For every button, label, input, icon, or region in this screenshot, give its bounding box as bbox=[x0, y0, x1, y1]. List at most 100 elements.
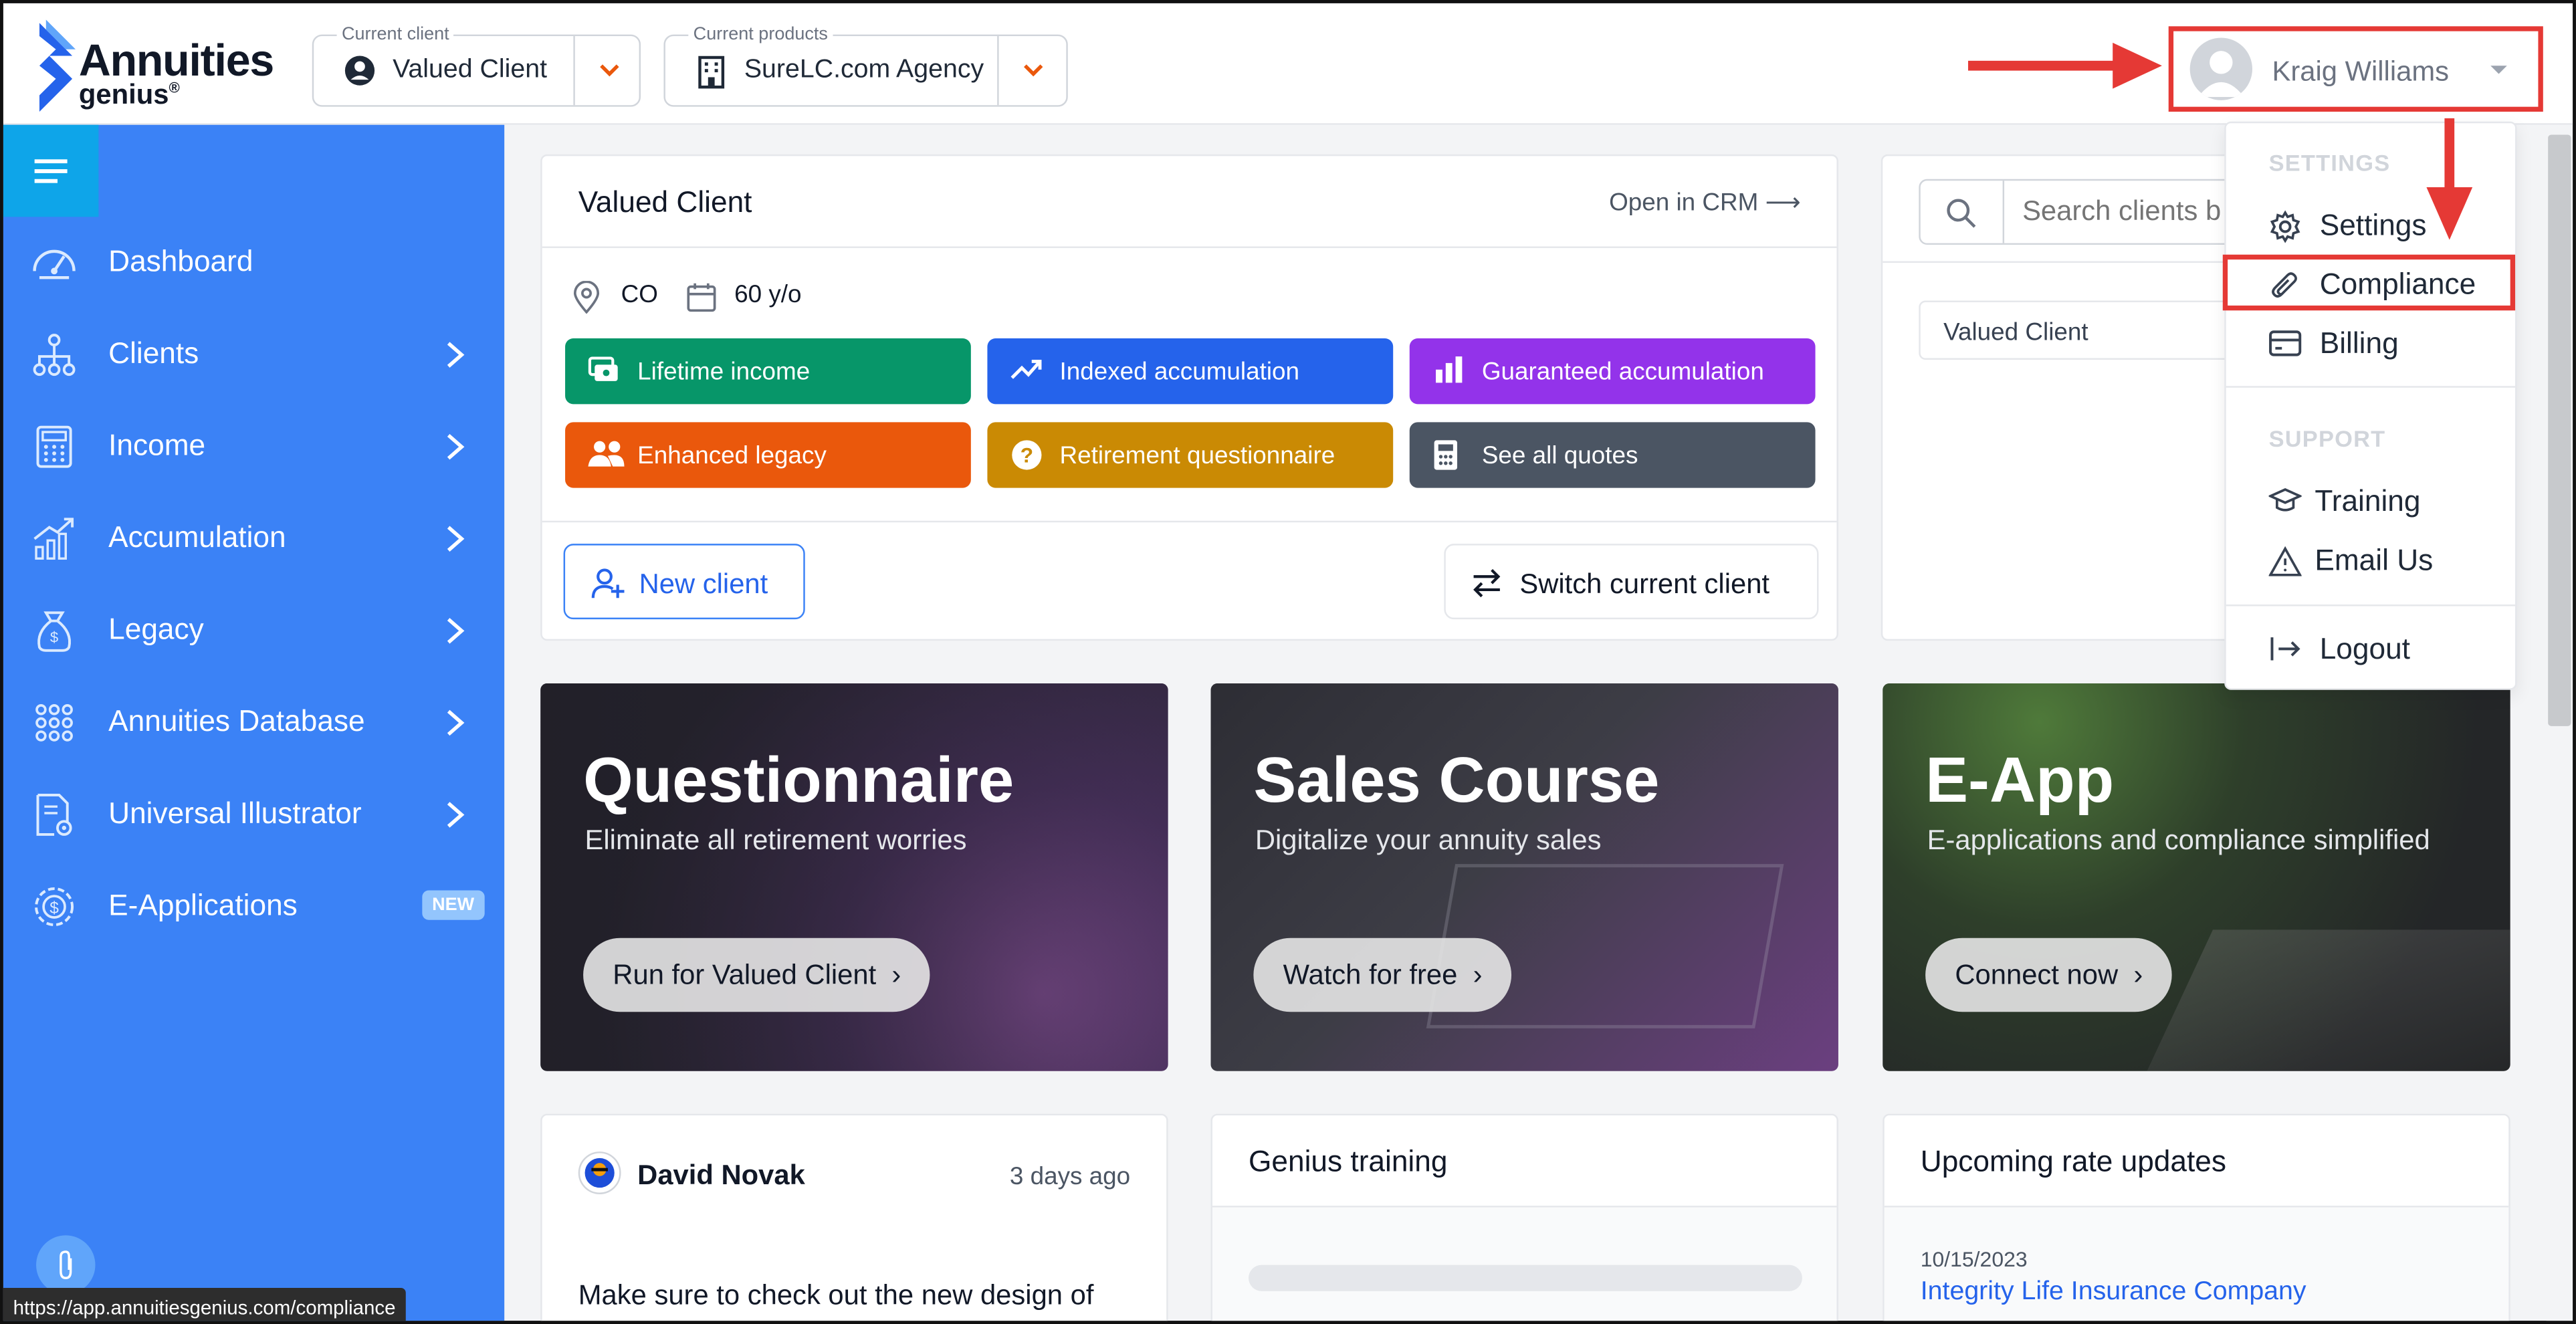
client-age: 60 y/o bbox=[734, 281, 802, 309]
switch-client-label: Switch current client bbox=[1519, 568, 1770, 600]
location-pin-icon bbox=[573, 281, 600, 314]
sales-course-card[interactable]: Sales Course Digitalize your annuity sal… bbox=[1210, 683, 1838, 1071]
support-section-header: SUPPORT bbox=[2268, 425, 2386, 452]
retirement-questionnaire-button[interactable]: ? Retirement questionnaire bbox=[987, 422, 1394, 488]
rate-update-date: 10/15/2023 bbox=[1920, 1246, 2028, 1272]
current-client-select[interactable]: Current client Valued Client bbox=[312, 24, 641, 107]
users-icon bbox=[588, 441, 625, 467]
menu-item-billing[interactable]: Billing bbox=[2226, 316, 2515, 372]
avatar bbox=[2189, 37, 2252, 100]
compliance-highlight-box bbox=[2222, 254, 2516, 311]
scrollbar-track[interactable] bbox=[2546, 124, 2573, 1321]
current-products-select[interactable]: Current products SureLC.com Agency bbox=[663, 24, 1068, 107]
lifetime-income-button[interactable]: Lifetime income bbox=[565, 338, 971, 405]
settings-section-header: SETTINGS bbox=[2268, 149, 2391, 176]
menu-toggle-button[interactable] bbox=[3, 124, 99, 217]
sidebar-item-label: Legacy bbox=[108, 613, 204, 646]
graduation-cap-icon bbox=[2268, 488, 2302, 512]
search-divider bbox=[2002, 181, 2005, 243]
guaranteed-accumulation-button[interactable]: Guaranteed accumulation bbox=[1409, 338, 1816, 405]
hamburger-icon bbox=[34, 159, 68, 183]
enhanced-legacy-button[interactable]: Enhanced legacy bbox=[565, 422, 971, 488]
chevron-down-icon[interactable] bbox=[597, 56, 623, 82]
sidebar-item-legacy[interactable]: $ Legacy bbox=[3, 585, 504, 677]
post-card: David Novak 3 days ago Make sure to chec… bbox=[540, 1113, 1168, 1321]
calculator-icon bbox=[36, 425, 72, 468]
run-questionnaire-button[interactable]: Run for Valued Client › bbox=[583, 937, 931, 1012]
select-divider bbox=[997, 36, 999, 106]
chevron-down-icon[interactable] bbox=[1021, 56, 1047, 82]
menu-item-email-us[interactable]: Email Us bbox=[2226, 532, 2515, 588]
genius-training-card: Genius training bbox=[1210, 1113, 1838, 1321]
post-time: 3 days ago bbox=[1009, 1163, 1131, 1192]
quote-button-label: Indexed accumulation bbox=[1059, 358, 1300, 387]
author-avatar bbox=[578, 1151, 621, 1194]
user-menu-button[interactable]: Kraig Williams bbox=[2168, 26, 2543, 112]
feature-subtitle: Eliminate all retirement worries bbox=[584, 824, 967, 856]
see-all-quotes-button[interactable]: See all quotes bbox=[1409, 422, 1816, 488]
sidebar-item-universal-illustrator[interactable]: Universal Illustrator bbox=[3, 769, 504, 861]
menu-divider bbox=[2226, 386, 2516, 388]
svg-text:$: $ bbox=[50, 629, 58, 646]
client-list-item[interactable]: Valued Client bbox=[1919, 300, 2248, 360]
chevron-right-icon bbox=[447, 709, 465, 736]
switch-client-button[interactable]: Switch current client bbox=[1444, 544, 1819, 620]
open-in-crm-link[interactable]: Open in CRM ⟶ bbox=[1609, 187, 1800, 217]
gear-dollar-icon: $ bbox=[35, 887, 74, 927]
current-client-value: Valued Client bbox=[393, 56, 548, 84]
sidebar-item-accumulation[interactable]: Accumulation bbox=[3, 493, 504, 585]
help-widget-button[interactable] bbox=[36, 1235, 96, 1295]
top-header: Annuities genius® Current client Valued … bbox=[3, 3, 2573, 125]
svg-text:?: ? bbox=[1021, 443, 1033, 467]
menu-item-label: Billing bbox=[2319, 326, 2399, 360]
scrollbar-thumb[interactable] bbox=[2548, 134, 2571, 726]
database-grid-icon bbox=[35, 704, 73, 742]
sidebar-item-dashboard[interactable]: Dashboard bbox=[3, 217, 504, 309]
rate-updates-card: Upcoming rate updates 10/15/2023 Integri… bbox=[1883, 1113, 2510, 1321]
feature-subtitle: E-applications and compliance simplified bbox=[1927, 824, 2430, 856]
new-client-button[interactable]: New client bbox=[563, 544, 805, 620]
select-divider bbox=[573, 36, 575, 106]
menu-item-training[interactable]: Training bbox=[2226, 473, 2515, 530]
quote-button-label: Guaranteed accumulation bbox=[1481, 358, 1764, 387]
search-clients-card: Valued Client bbox=[1881, 154, 2276, 641]
indexed-accumulation-button[interactable]: Indexed accumulation bbox=[987, 338, 1394, 405]
sidebar-item-income[interactable]: Income bbox=[3, 401, 504, 493]
new-badge: NEW bbox=[422, 890, 484, 920]
rate-update-company-link[interactable]: Integrity Life Insurance Company bbox=[1921, 1278, 2306, 1307]
svg-text:$: $ bbox=[49, 899, 59, 917]
search-clients-field[interactable] bbox=[1919, 179, 2248, 245]
sidebar-item-label: E-Applications bbox=[108, 889, 298, 922]
chevron-right-icon bbox=[447, 802, 465, 828]
current-products-label: Current products bbox=[688, 24, 833, 45]
menu-item-settings[interactable]: Settings bbox=[2226, 197, 2515, 253]
card-title: Genius training bbox=[1249, 1145, 1448, 1178]
search-icon bbox=[1947, 199, 1976, 228]
logo-chevron-icon bbox=[39, 19, 76, 112]
e-app-card[interactable]: E-App E-applications and compliance simp… bbox=[1883, 683, 2510, 1071]
quote-button-label: Lifetime income bbox=[637, 358, 811, 387]
search-input[interactable] bbox=[2022, 195, 2233, 229]
new-client-label: New client bbox=[639, 568, 768, 600]
feature-title: Questionnaire bbox=[583, 746, 1014, 816]
sidebar-item-annuities-database[interactable]: Annuities Database bbox=[3, 677, 504, 769]
menu-item-logout[interactable]: Logout bbox=[2226, 621, 2515, 677]
connect-now-button[interactable]: Connect now › bbox=[1925, 937, 2173, 1012]
quote-button-label: Enhanced legacy bbox=[637, 441, 827, 470]
post-text: Make sure to check out the new design of bbox=[578, 1279, 1094, 1311]
watch-course-button[interactable]: Watch for free › bbox=[1253, 937, 1512, 1012]
feature-title: Sales Course bbox=[1253, 746, 1660, 816]
post-author: David Novak bbox=[637, 1160, 805, 1192]
gear-icon bbox=[2270, 210, 2300, 243]
sidebar-item-e-applications[interactable]: $ E-Applications NEW bbox=[3, 861, 504, 953]
sidebar-item-clients[interactable]: Clients bbox=[3, 309, 504, 401]
warning-triangle-icon bbox=[2268, 546, 2302, 576]
questionnaire-card[interactable]: Questionnaire Eliminate all retirement w… bbox=[540, 683, 1168, 1071]
client-card-title: Valued Client bbox=[578, 185, 752, 219]
swap-arrows-icon bbox=[1473, 568, 1501, 598]
chevron-right-icon bbox=[447, 618, 465, 644]
current-products-value: SureLC.com Agency bbox=[744, 56, 984, 84]
client-card: Valued Client Open in CRM ⟶ CO 60 y/o Li… bbox=[540, 154, 1838, 641]
client-list-item-label: Valued Client bbox=[1943, 318, 2088, 347]
logo[interactable]: Annuities genius® bbox=[29, 19, 292, 114]
